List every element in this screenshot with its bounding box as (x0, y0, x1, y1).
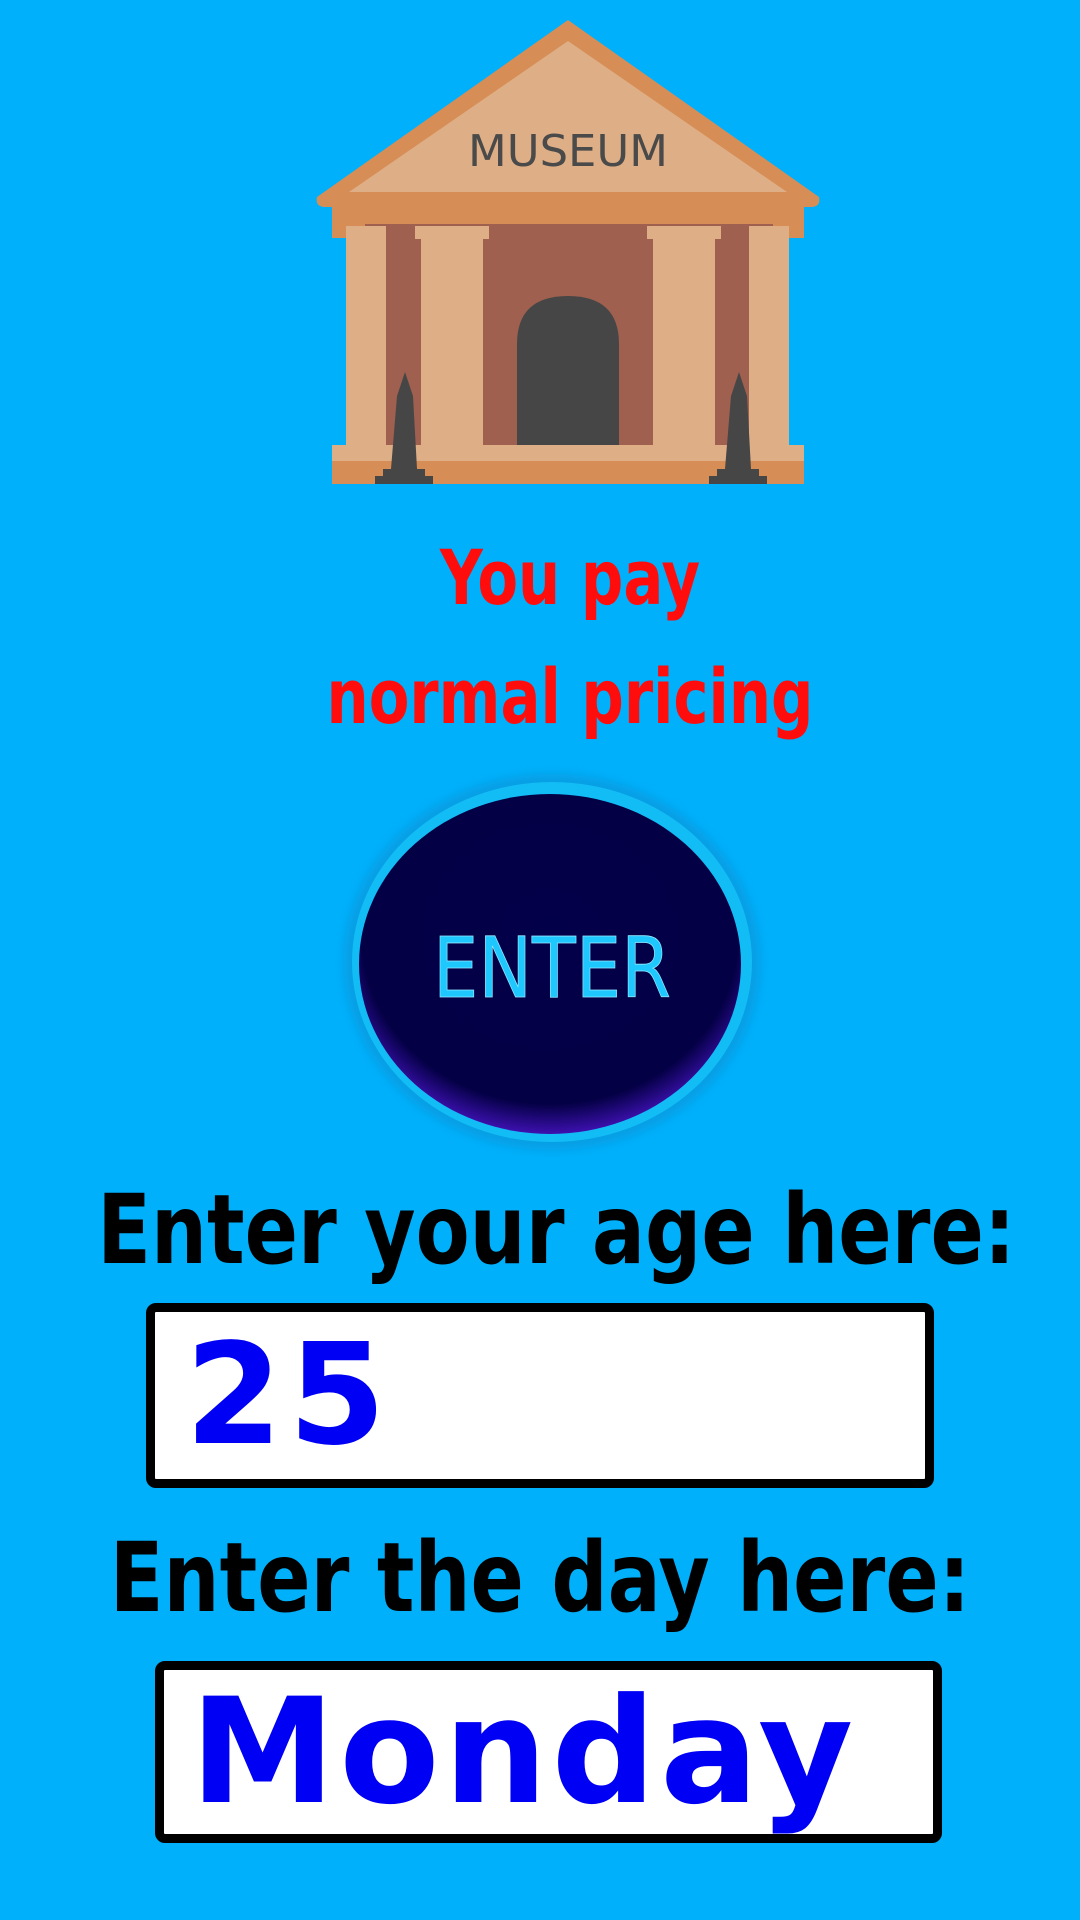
pricing-result-line2: normal pricing (326, 652, 814, 741)
enter-button[interactable]: ENTER (335, 762, 770, 1157)
museum-building-icon: MUSEUM (313, 14, 823, 488)
day-input-value: Monday (190, 1667, 858, 1837)
enter-button-label: ENTER (433, 919, 671, 1017)
day-field-label: Enter the day here: (109, 1522, 971, 1634)
museum-sign-text: MUSEUM (468, 126, 668, 177)
day-input[interactable]: Monday (155, 1661, 942, 1843)
age-input[interactable]: 25 (146, 1303, 934, 1488)
age-field-label: Enter your age here: (97, 1174, 1016, 1286)
pricing-result-line1: You pay (439, 533, 701, 622)
age-input-value: 25 (185, 1313, 392, 1477)
